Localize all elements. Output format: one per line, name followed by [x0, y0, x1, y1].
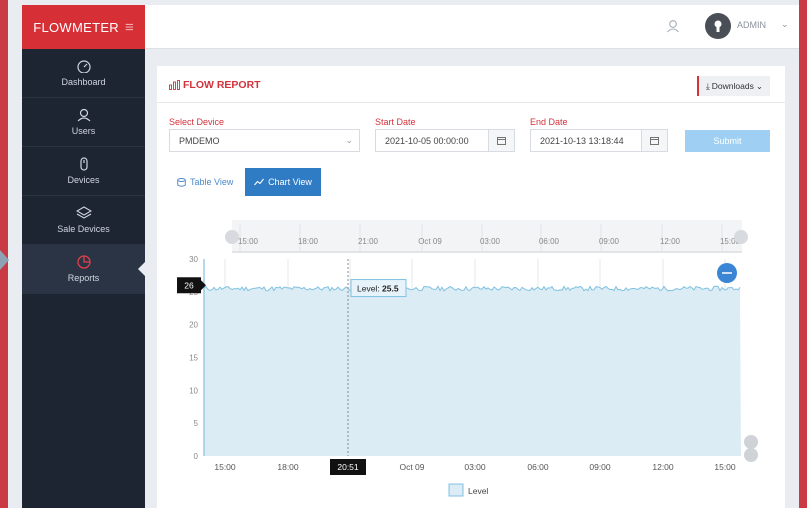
sidebar-item-label: Users: [71, 126, 96, 136]
tooltip-label: Level:: [357, 284, 382, 294]
tooltip-value: 25.5: [382, 284, 399, 294]
navigator-right-handle[interactable]: [734, 230, 748, 244]
sidebar-item-users[interactable]: Users: [22, 98, 145, 147]
navigator-tick-label: 06:00: [539, 237, 560, 246]
flow-level-chart[interactable]: 15:00 18:00 21:00 Oct 09 03:00 06:00 09:00 12:0…: [157, 210, 785, 508]
select-device-label: Select Device: [169, 117, 225, 127]
sidebar-item-label: Reports: [67, 273, 100, 283]
layers-icon: [75, 206, 92, 219]
chevron-down-icon: ⌄: [755, 80, 763, 91]
pie-chart-icon: [76, 255, 91, 269]
menu-toggle-icon[interactable]: ≡: [125, 20, 134, 35]
submit-button[interactable]: Submit: [685, 130, 770, 152]
x-axis-tick-label: 12:00: [652, 462, 674, 472]
sidebar: FLOWMETER ≡ Dashboard Users Devices Sale…: [22, 5, 145, 508]
navigator-tick-label: Oct 09: [418, 237, 442, 246]
speedometer-icon: [76, 60, 91, 73]
frame-right-edge: [799, 0, 807, 508]
chevron-down-icon[interactable]: ⌄: [781, 19, 789, 30]
navigator-tick-label: 09:00: [599, 237, 620, 246]
device-select-value: PMDEMO: [179, 135, 220, 146]
crosshair-x-label: 20:51: [337, 462, 359, 472]
series-level-area: [204, 286, 741, 456]
tab-table-view-label: Table View: [190, 177, 234, 187]
chevron-down-icon: ⌄: [345, 135, 353, 145]
navigator-tick-label: 21:00: [358, 237, 379, 246]
x-axis-tick-label: 18:00: [277, 462, 299, 472]
x-axis-tick-label: Oct 09: [399, 462, 424, 472]
sidebar-item-label: Dashboard: [61, 77, 106, 87]
sidebar-item-label: Sale Devices: [57, 224, 110, 234]
end-date-label: End Date: [530, 117, 568, 127]
end-date-value: 2021-10-13 13:18:44: [540, 135, 624, 146]
y-axis-tick-label: 10: [189, 386, 198, 395]
scroll-handle-top[interactable]: [744, 435, 758, 449]
brand-bar: FLOWMETER ≡: [22, 5, 145, 49]
x-axis-tick-label: 06:00: [527, 462, 549, 472]
x-axis-tick-label: 15:00: [714, 462, 736, 472]
panel-divider: [157, 102, 785, 103]
line-chart-icon: [254, 178, 264, 186]
sidebar-item-label: Devices: [67, 175, 100, 185]
y-axis-tick-label: 5: [194, 419, 199, 428]
downloads-label: Downloads: [711, 81, 754, 91]
sidebar-item-dashboard[interactable]: Dashboard: [22, 49, 145, 98]
navigator-tick-label: 03:00: [480, 237, 501, 246]
y-axis-tick-label: 20: [189, 321, 198, 330]
scroll-handle-bottom[interactable]: [744, 448, 758, 462]
admin-label[interactable]: ADMIN: [737, 20, 766, 30]
crosshair-y-label: 26: [184, 280, 194, 290]
x-axis-tick-label: 15:00: [214, 462, 236, 472]
database-icon: [177, 177, 186, 187]
navigator-tick-label: 18:00: [298, 237, 319, 246]
end-date-input[interactable]: 2021-10-13 13:18:44: [530, 129, 642, 152]
start-date-value: 2021-10-05 00:00:00: [385, 135, 469, 146]
brand-name: FLOWMETER: [33, 19, 119, 35]
legend-swatch-level: [448, 483, 464, 497]
tooltip-text: Level: 25.5: [357, 284, 399, 294]
download-icon: ⤓: [706, 80, 710, 91]
top-bar: ADMIN ⌄: [145, 5, 799, 49]
device-select[interactable]: PMDEMO ⌄: [169, 129, 360, 152]
end-date-calendar-button[interactable]: [642, 129, 668, 152]
user-profile-icon[interactable]: [666, 19, 680, 33]
tab-chart-view-label: Chart View: [268, 177, 312, 187]
calendar-icon: [497, 137, 506, 145]
device-icon: [79, 157, 88, 171]
sidebar-item-reports[interactable]: Reports: [22, 245, 145, 294]
page-title-text: FLOW REPORT: [183, 79, 261, 91]
y-axis-tick-label: 0: [194, 452, 199, 461]
sidebar-item-devices[interactable]: Devices: [22, 147, 145, 196]
start-date-label: Start Date: [375, 117, 416, 127]
y-axis-tick-label: 15: [189, 354, 198, 363]
avatar-icon: [714, 20, 722, 32]
x-axis-tick-label: 09:00: [589, 462, 611, 472]
start-date-input[interactable]: 2021-10-05 00:00:00: [375, 129, 489, 152]
calendar-icon: [650, 137, 659, 145]
downloads-button[interactable]: ⤓ Downloads ⌄: [697, 76, 770, 96]
legend-label-level: Level: [468, 486, 488, 496]
page-title: FLOW REPORT: [169, 79, 261, 91]
avatar[interactable]: [705, 13, 731, 39]
navigator-tick-label: 15:00: [238, 237, 259, 246]
tab-table-view[interactable]: Table View: [171, 168, 239, 196]
frame-arrow-decoration: [0, 250, 9, 270]
x-axis-tick-label: 03:00: [464, 462, 486, 472]
y-axis-tick-label: 30: [189, 255, 198, 264]
start-date-calendar-button[interactable]: [489, 129, 515, 152]
user-icon: [77, 108, 90, 122]
navigator-left-handle[interactable]: [225, 230, 239, 244]
tab-chart-view[interactable]: Chart View: [245, 168, 321, 196]
bar-chart-icon: [169, 80, 180, 90]
navigator-tick-label: 12:00: [660, 237, 681, 246]
sidebar-item-sale-devices[interactable]: Sale Devices: [22, 196, 145, 245]
